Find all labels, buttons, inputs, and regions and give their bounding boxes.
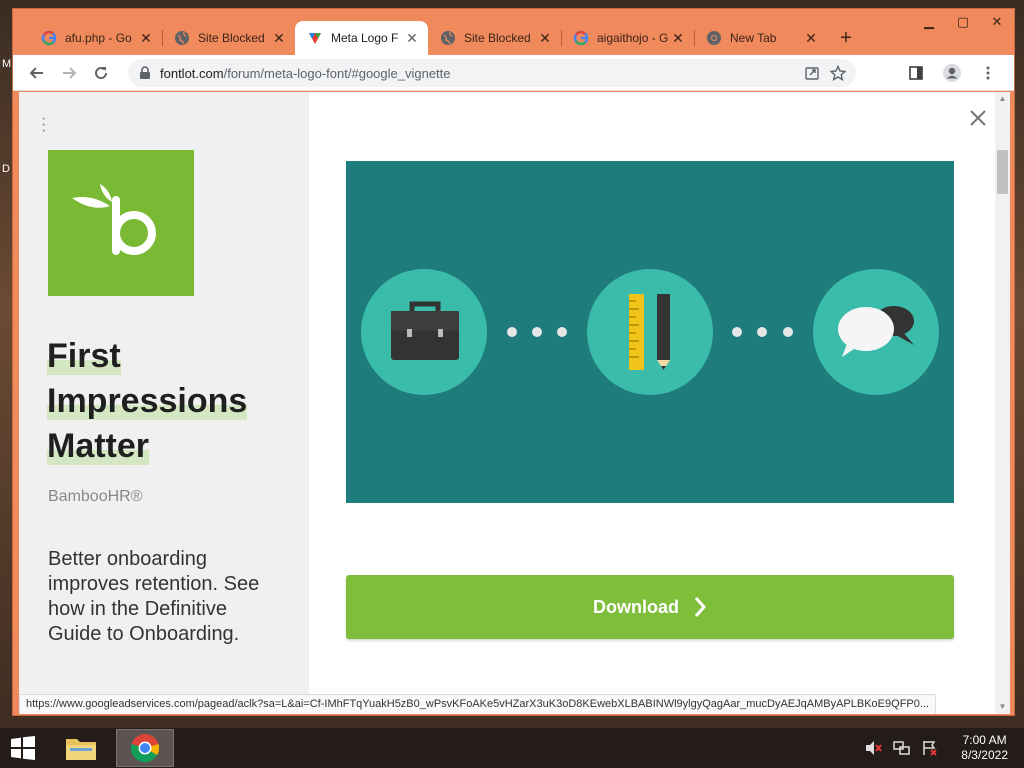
window-close-button[interactable]: ✕ xyxy=(980,9,1014,35)
forward-button[interactable] xyxy=(53,59,85,87)
chrome-window: afu.php - Go ✕ Site Blocked ✕ Meta Logo … xyxy=(12,8,1015,716)
chrome-icon xyxy=(130,734,160,763)
minimize-button[interactable]: ▁ xyxy=(912,9,946,35)
profile-button[interactable] xyxy=(936,59,968,87)
system-tray: 7:00 AM 8/3/2022 xyxy=(865,728,1008,768)
scroll-thumb[interactable] xyxy=(997,150,1008,194)
ad-options-icon[interactable]: · · · xyxy=(41,111,46,139)
start-button[interactable] xyxy=(0,728,46,768)
ad-brand: BambooHR® xyxy=(48,488,143,505)
status-bar-url: https://www.googleadservices.com/pagead/… xyxy=(19,694,937,714)
network-icon[interactable] xyxy=(893,740,911,756)
tab-site-blocked[interactable]: Site Blocked ✕ xyxy=(162,21,295,55)
ad-headline-line: Matter xyxy=(47,427,150,465)
back-button[interactable] xyxy=(21,59,53,87)
close-icon[interactable]: ✕ xyxy=(138,30,154,46)
download-label: Download xyxy=(593,596,679,617)
ad-headline[interactable]: First Impressions Matter xyxy=(47,334,248,469)
tab-label: Site Blocked xyxy=(464,31,531,45)
clock-date: 8/3/2022 xyxy=(961,748,1008,762)
back-arrow-icon xyxy=(29,66,43,79)
file-explorer-taskbar[interactable] xyxy=(52,729,110,767)
ad-body[interactable]: Better onboarding improves retention. Se… xyxy=(48,547,278,647)
hero-illustration xyxy=(346,161,954,503)
close-icon[interactable]: ✕ xyxy=(670,30,686,46)
page-viewport: · · · First Impressions Matter BambooHR® B… xyxy=(19,92,1010,714)
avatar-icon xyxy=(943,64,961,82)
download-button[interactable]: Download xyxy=(346,575,954,639)
share-icon[interactable] xyxy=(804,65,820,81)
desktop-edge-letter: D xyxy=(2,163,10,175)
reload-icon xyxy=(95,66,108,79)
windows-logo-icon xyxy=(11,736,35,760)
close-icon[interactable]: ✕ xyxy=(404,30,420,46)
browser-toolbar: fontlot.com/forum/meta-logo-font/#google… xyxy=(13,55,1014,91)
side-panel-icon xyxy=(909,66,923,80)
tab-label: Site Blocked xyxy=(198,31,265,45)
desktop-edge-letter: M xyxy=(2,58,12,70)
new-tab-button[interactable]: + xyxy=(831,21,861,55)
close-icon[interactable]: ✕ xyxy=(803,30,819,46)
address-bar[interactable]: fontlot.com/forum/meta-logo-font/#google… xyxy=(128,59,856,87)
url-text: fontlot.com/forum/meta-logo-font/#google… xyxy=(160,66,804,81)
tab-aigaithojo[interactable]: aigaithojo - G ✕ xyxy=(561,21,694,55)
folder-icon xyxy=(66,739,96,760)
ad-panel[interactable]: · · · First Impressions Matter BambooHR® B… xyxy=(19,92,309,714)
fontlot-icon xyxy=(307,30,323,46)
tab-label: afu.php - Go xyxy=(65,31,132,45)
tab-new-tab[interactable]: New Tab ✕ xyxy=(694,21,827,55)
ad-headline-line: First xyxy=(47,337,121,375)
tab-site-blocked-2[interactable]: Site Blocked ✕ xyxy=(428,21,561,55)
forward-arrow-icon xyxy=(63,66,77,79)
ad-headline-line: Impressions xyxy=(47,382,248,420)
tab-meta-logo[interactable]: Meta Logo F ✕ xyxy=(295,21,428,55)
bamboohr-logo[interactable] xyxy=(48,150,194,296)
action-center-flag-icon[interactable] xyxy=(921,740,939,756)
tab-label: Meta Logo F xyxy=(331,31,399,45)
scroll-up-arrow[interactable]: ▲ xyxy=(995,92,1010,106)
tab-label: aigaithojo - G xyxy=(597,31,669,45)
kebab-menu-icon xyxy=(986,66,990,80)
google-icon xyxy=(573,30,589,46)
scroll-down-arrow[interactable]: ▼ xyxy=(995,700,1010,714)
side-panel-button[interactable] xyxy=(900,59,932,87)
vignette-close-button[interactable] xyxy=(967,108,989,130)
close-icon[interactable]: ✕ xyxy=(537,30,553,46)
close-icon xyxy=(970,110,986,126)
url-path: /forum/meta-logo-font/#google_vignette xyxy=(223,65,451,81)
google-icon xyxy=(41,30,57,46)
bookmark-star-icon[interactable] xyxy=(830,65,846,81)
reload-button[interactable] xyxy=(85,59,117,87)
chevron-right-icon xyxy=(694,597,707,617)
tab-afu[interactable]: afu.php - Go ✕ xyxy=(29,21,162,55)
chrome-taskbar[interactable] xyxy=(116,729,174,767)
lock-icon xyxy=(140,66,150,79)
chrome-icon xyxy=(706,30,722,46)
briefcase-icon xyxy=(391,301,459,360)
tab-strip: afu.php - Go ✕ Site Blocked ✕ Meta Logo … xyxy=(29,21,861,55)
taskbar-clock[interactable]: 7:00 AM 8/3/2022 xyxy=(961,733,1008,763)
taskbar: 7:00 AM 8/3/2022 xyxy=(0,728,1024,768)
vertical-scrollbar[interactable]: ▲ ▼ xyxy=(995,92,1010,714)
url-host: fontlot.com xyxy=(160,65,224,81)
close-icon[interactable]: ✕ xyxy=(271,30,287,46)
title-bar: afu.php - Go ✕ Site Blocked ✕ Meta Logo … xyxy=(13,9,1014,55)
globe-icon xyxy=(440,30,456,46)
tab-label: New Tab xyxy=(730,31,777,45)
maximize-button[interactable]: ▢ xyxy=(946,9,980,35)
menu-button[interactable] xyxy=(972,59,1004,87)
clock-time: 7:00 AM xyxy=(962,733,1007,747)
globe-icon xyxy=(174,30,190,46)
window-controls: ▁ ▢ ✕ xyxy=(912,9,1014,35)
speaker-muted-icon[interactable] xyxy=(865,740,883,756)
